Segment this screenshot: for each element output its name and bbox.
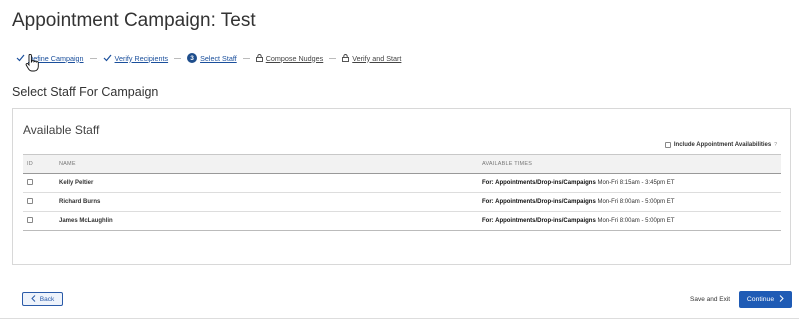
availability-hours: Mon-Fri 8:00am - 5:00pm ET [597,218,675,224]
campaign-stepper: Define Campaign Verify Recipients 3 Sele… [16,51,401,65]
step-label[interactable]: Select Staff [200,54,237,63]
step-separator [174,57,182,59]
availability-type: For: Appointments/Drop-ins/Campaigns [482,180,596,186]
step-label[interactable]: Compose Nudges [266,54,324,63]
staff-name: James McLaughlin [55,211,478,231]
continue-button[interactable]: Continue [739,291,792,308]
staff-table: ID NAME AVAILABLE TIMES Kelly Peltier Fo… [23,154,781,231]
page-divider [0,318,799,319]
step-compose-nudges[interactable]: Compose Nudges [255,54,324,63]
step-separator [89,57,97,59]
help-icon[interactable]: ? [774,142,777,148]
step-verify-and-start[interactable]: Verify and Start [342,54,401,63]
chevron-right-icon [779,295,784,304]
available-staff-card: Available Staff Include Appointment Avai… [12,108,791,265]
continue-button-label: Continue [746,296,775,303]
availability-type: For: Appointments/Drop-ins/Campaigns [482,218,596,224]
table-row: Kelly Peltier For: Appointments/Drop-ins… [23,173,781,193]
available-times: For: Appointments/Drop-ins/Campaigns Mon… [478,173,781,193]
back-button-label: Back [39,295,55,303]
include-availabilities-label: Include Appointment Availabilities [673,142,772,148]
step-separator [329,57,337,59]
table-header-row: ID NAME AVAILABLE TIMES [23,154,781,174]
staff-name: Richard Burns [55,192,478,212]
available-times: For: Appointments/Drop-ins/Campaigns Mon… [478,192,781,212]
lock-icon [255,54,263,62]
card-title: Available Staff [23,123,100,137]
column-header-available-times: AVAILABLE TIMES [482,161,533,167]
row-select-checkbox[interactable] [27,198,33,204]
include-availabilities-checkbox[interactable] [664,142,671,148]
table-row: James McLaughlin For: Appointments/Drop-… [23,211,781,231]
section-title: Select Staff For Campaign [12,85,159,99]
availability-type: For: Appointments/Drop-ins/Campaigns [482,199,596,205]
column-header-id: ID [27,161,33,167]
chevron-left-icon [31,294,36,304]
availability-hours: Mon-Fri 8:15am - 3:45pm ET [597,180,675,186]
step-number-badge: 3 [187,53,198,63]
checkmark-icon [16,54,25,62]
step-label[interactable]: Verify and Start [352,54,401,63]
save-and-exit-link[interactable]: Save and Exit [690,296,730,303]
step-label[interactable]: Verify Recipients [115,54,169,63]
hand-pointer-cursor-icon [25,53,39,77]
column-header-name[interactable]: NAME [55,155,478,174]
step-verify-recipients[interactable]: Verify Recipients [103,54,169,63]
table-row: Richard Burns For: Appointments/Drop-ins… [23,192,781,212]
availability-hours: Mon-Fri 8:00am - 5:00pm ET [597,199,675,205]
lock-icon [342,54,350,62]
back-button[interactable]: Back [22,292,63,306]
row-select-checkbox[interactable] [27,179,33,185]
step-select-staff[interactable]: 3 Select Staff [187,53,237,63]
checkmark-icon [103,54,112,62]
available-times: For: Appointments/Drop-ins/Campaigns Mon… [478,211,781,231]
row-select-checkbox[interactable] [27,217,33,223]
include-availabilities-toggle[interactable]: Include Appointment Availabilities ? [664,142,777,148]
page-title: Appointment Campaign: Test [12,10,256,31]
step-separator [242,57,250,59]
staff-name: Kelly Peltier [55,173,478,193]
